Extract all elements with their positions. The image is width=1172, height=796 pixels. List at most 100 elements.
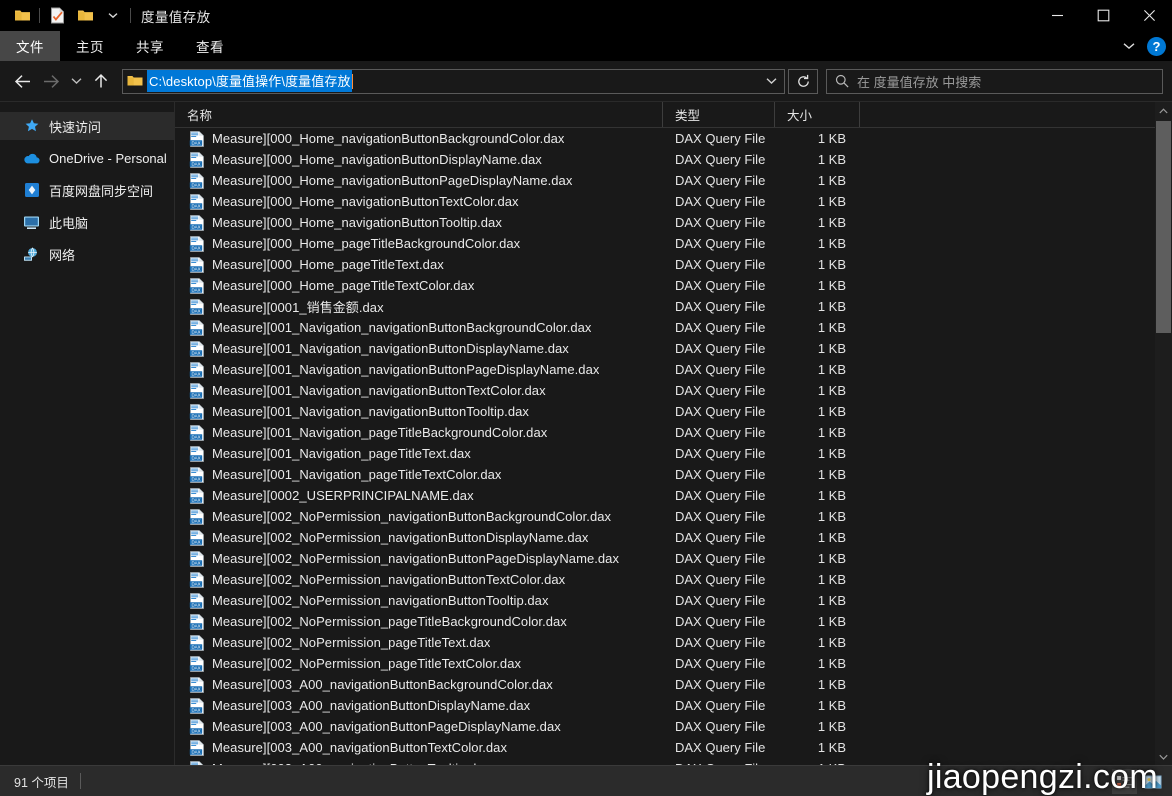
address-input[interactable]: C:\desktop\度量值操作\度量值存放 (147, 70, 352, 92)
column-header-size[interactable]: 大小 (775, 102, 860, 127)
table-row[interactable]: DAX Measure][002_NoPermission_pageTitleTe… (175, 653, 1172, 674)
table-row[interactable]: DAX Measure][002_NoPermission_navigationB… (175, 590, 1172, 611)
table-row[interactable]: DAX Measure][001_Navigation_navigationBut… (175, 380, 1172, 401)
scroll-down-arrow-icon[interactable] (1155, 748, 1172, 765)
sidebar-item-network[interactable]: 网络 (0, 240, 174, 268)
file-name-cell[interactable]: DAX Measure][001_Navigation_pageTitleText… (175, 445, 663, 462)
file-name-cell[interactable]: DAX Measure][002_NoPermission_navigationB… (175, 592, 663, 609)
file-name-cell[interactable]: DAX Measure][002_NoPermission_navigationB… (175, 550, 663, 567)
sidebar-item-onedrive[interactable]: OneDrive - Personal (0, 144, 174, 172)
dax-file-icon: DAX (189, 529, 205, 546)
table-row[interactable]: DAXMeasure][003_A00_navigationButtonTool… (175, 758, 1172, 765)
file-name-cell[interactable]: DAX Measure][000_Home_pageTitleText.dax (175, 256, 663, 273)
file-name-cell[interactable]: DAX Measure][001_Navigation_navigationBut… (175, 361, 663, 378)
close-button[interactable] (1126, 0, 1172, 31)
column-header-name[interactable]: 名称 (175, 102, 663, 127)
new-folder-icon[interactable] (71, 3, 99, 29)
file-name-cell[interactable]: DAX Measure][000_Home_navigationButtonBac… (175, 130, 663, 147)
scrollbar-thumb[interactable] (1156, 121, 1171, 333)
file-name-cell[interactable]: DAX Measure][0002_USERPRINCIPALNAME.dax (175, 487, 663, 504)
table-row[interactable]: DAX Measure][003_A00_navigationButtonText… (175, 737, 1172, 758)
file-name-cell[interactable]: DAX Measure][003_A00_navigationButtonText… (175, 739, 663, 756)
table-row[interactable]: DAX Measure][0002_USERPRINCIPALNAME.dax DA… (175, 485, 1172, 506)
file-name-cell[interactable]: DAX Measure][000_Home_navigationButtonTex… (175, 193, 663, 210)
column-header-type[interactable]: 类型 (663, 102, 775, 127)
tab-home[interactable]: 主页 (60, 31, 120, 61)
file-name-cell[interactable]: DAX Measure][000_Home_navigationButtonPag… (175, 172, 663, 189)
ribbon-collapse-chevron-down-icon[interactable] (1123, 42, 1135, 50)
address-dropdown-chevron-down-icon[interactable] (760, 69, 782, 94)
table-row[interactable]: DAX Measure][002_NoPermission_navigationB… (175, 506, 1172, 527)
properties-icon[interactable] (43, 3, 71, 29)
table-row[interactable]: DAX Measure][002_NoPermission_pageTitleBa… (175, 611, 1172, 632)
help-button[interactable]: ? (1147, 36, 1166, 56)
table-row[interactable]: DAX Measure][003_A00_navigationButtonPage… (175, 716, 1172, 737)
forward-button-arrow-right-icon[interactable] (37, 67, 65, 95)
back-button-arrow-left-icon[interactable] (9, 67, 37, 95)
file-name-cell[interactable]: DAX Measure][002_NoPermission_navigationB… (175, 508, 663, 525)
maximize-button[interactable] (1080, 0, 1126, 31)
file-name-cell[interactable]: DAX Measure][002_NoPermission_pageTitleTe… (175, 634, 663, 651)
file-name-cell[interactable]: DAX Measure][000_Home_pageTitleTextColor.… (175, 277, 663, 294)
file-name-cell[interactable]: DAX Measure][003_A00_navigationButtonDisp… (175, 697, 663, 714)
file-name-cell[interactable]: DAX Measure][000_Home_pageTitleBackground… (175, 235, 663, 252)
vertical-scrollbar[interactable] (1155, 102, 1172, 765)
file-name-cell[interactable]: DAX Measure][002_NoPermission_pageTitleBa… (175, 613, 663, 630)
file-name-cell[interactable]: DAX Measure][000_Home_navigationButtonDis… (175, 151, 663, 168)
search-box[interactable]: 在 度量值存放 中搜索 (826, 68, 1163, 94)
table-row[interactable]: DAX Measure][001_Navigation_pageTitleText… (175, 443, 1172, 464)
recent-locations-chevron-down-icon[interactable] (65, 67, 87, 95)
folder-icon[interactable] (8, 3, 36, 29)
file-name-cell[interactable]: DAX Measure][000_Home_navigationButtonToo… (175, 214, 663, 231)
sidebar-item-this-pc[interactable]: 此电脑 (0, 208, 174, 236)
table-row[interactable]: DAX Measure][001_Navigation_pageTitleText… (175, 464, 1172, 485)
table-row[interactable]: DAX Measure][001_Navigation_navigationBut… (175, 359, 1172, 380)
scrollbar-track[interactable] (1155, 119, 1172, 748)
table-row[interactable]: DAX Measure][002_NoPermission_navigationB… (175, 527, 1172, 548)
table-row[interactable]: DAX Measure][001_Navigation_navigationBut… (175, 317, 1172, 338)
table-row[interactable]: DAX Measure][000_Home_navigationButtonToo… (175, 212, 1172, 233)
file-name-cell[interactable]: DAX Measure][001_Navigation_navigationBut… (175, 382, 663, 399)
scroll-up-arrow-icon[interactable] (1155, 102, 1172, 119)
table-row[interactable]: DAX Measure][000_Home_pageTitleText.dax DA… (175, 254, 1172, 275)
table-row[interactable]: DAX Measure][003_A00_navigationButtonDisp… (175, 695, 1172, 716)
tab-share[interactable]: 共享 (120, 31, 180, 61)
table-row[interactable]: DAX Measure][000_Home_navigationButtonDis… (175, 149, 1172, 170)
table-row[interactable]: DAX Measure][000_Home_navigationButtonPag… (175, 170, 1172, 191)
file-name-cell[interactable]: DAX Measure][002_NoPermission_navigationB… (175, 529, 663, 546)
file-name-cell[interactable]: DAX Measure][001_Navigation_pageTitleBack… (175, 424, 663, 441)
minimize-button[interactable] (1034, 0, 1080, 31)
file-name-cell[interactable]: DAX Measure][001_Navigation_pageTitleText… (175, 466, 663, 483)
sidebar-item-baidu-drive[interactable]: 百度网盘同步空间 (0, 176, 174, 204)
table-row[interactable]: DAX Measure][001_Navigation_pageTitleBack… (175, 422, 1172, 443)
file-name-cell[interactable]: DAX Measure][002_NoPermission_pageTitleTe… (175, 655, 663, 672)
up-button-arrow-up-icon[interactable] (87, 67, 115, 95)
table-row[interactable]: DAX Measure][000_Home_navigationButtonTex… (175, 191, 1172, 212)
table-row[interactable]: DAX Measure][002_NoPermission_pageTitleTe… (175, 632, 1172, 653)
large-icons-view-button[interactable] (1140, 769, 1165, 794)
address-bar[interactable]: C:\desktop\度量值操作\度量值存放 (122, 68, 785, 94)
quick-access-chevron-down-icon[interactable] (99, 3, 127, 29)
search-input-placeholder[interactable]: 在 度量值存放 中搜索 (857, 72, 981, 91)
table-row[interactable]: DAX Measure][001_Navigation_navigationBut… (175, 401, 1172, 422)
table-row[interactable]: DAX Measure][000_Home_pageTitleBackground… (175, 233, 1172, 254)
table-row[interactable]: DAX Measure][003_A00_navigationButtonBack… (175, 674, 1172, 695)
details-view-button[interactable] (1112, 769, 1137, 794)
table-row[interactable]: DAX Measure][002_NoPermission_navigationB… (175, 548, 1172, 569)
file-name-cell[interactable]: DAX Measure][0001_销售金额.dax (175, 297, 663, 316)
table-row[interactable]: DAX Measure][0001_销售金额.dax DAX Query File 1… (175, 296, 1172, 317)
refresh-button[interactable] (788, 68, 818, 94)
file-name-cell[interactable]: DAX Measure][003_A00_navigationButtonBack… (175, 676, 663, 693)
tab-view[interactable]: 查看 (180, 31, 240, 61)
sidebar-item-quick-access[interactable]: 快速访问 (0, 112, 174, 140)
file-name-cell[interactable]: DAX Measure][002_NoPermission_navigationB… (175, 571, 663, 588)
table-row[interactable]: DAX Measure][000_Home_pageTitleTextColor.… (175, 275, 1172, 296)
table-row[interactable]: DAX Measure][002_NoPermission_navigationB… (175, 569, 1172, 590)
table-row[interactable]: DAX Measure][000_Home_navigationButtonBac… (175, 128, 1172, 149)
table-row[interactable]: DAX Measure][001_Navigation_navigationBut… (175, 338, 1172, 359)
file-name-cell[interactable]: DAX Measure][003_A00_navigationButtonPage… (175, 718, 663, 735)
file-name-cell[interactable]: DAX Measure][001_Navigation_navigationBut… (175, 403, 663, 420)
tab-file[interactable]: 文件 (0, 31, 60, 61)
file-name-cell[interactable]: DAX Measure][001_Navigation_navigationBut… (175, 319, 663, 336)
file-name-cell[interactable]: DAX Measure][001_Navigation_navigationBut… (175, 340, 663, 357)
